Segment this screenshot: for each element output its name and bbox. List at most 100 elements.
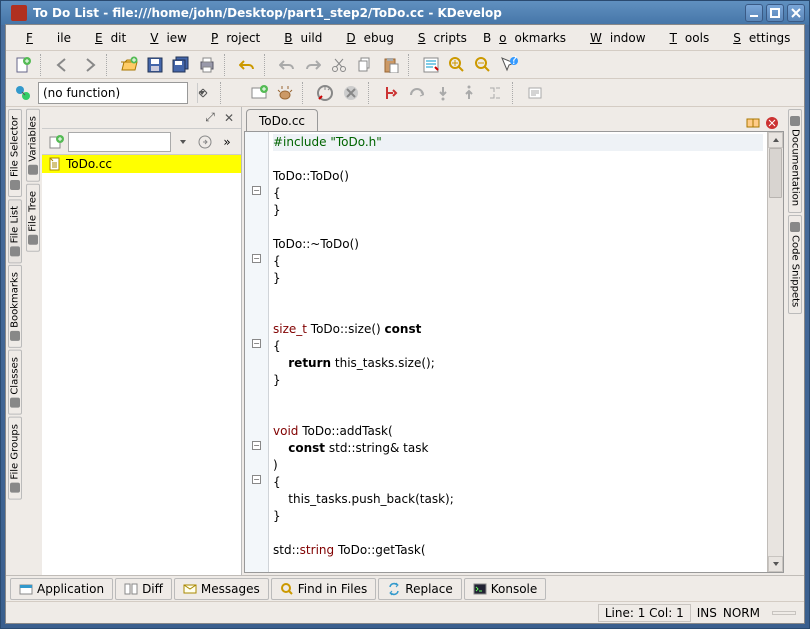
undo-alt-button[interactable] — [276, 54, 298, 76]
menu-window[interactable]: Window — [574, 27, 654, 49]
tab-diff[interactable]: Diff — [115, 578, 172, 600]
menu-file[interactable]: File — [10, 27, 79, 49]
tab-file-list[interactable]: File List — [8, 199, 22, 263]
print-button[interactable] — [196, 54, 218, 76]
sync-button[interactable] — [192, 82, 214, 104]
save-all-button[interactable] — [170, 54, 192, 76]
tab-messages[interactable]: Messages — [174, 578, 269, 600]
class-browser-button[interactable] — [12, 82, 34, 104]
file-icon — [48, 157, 62, 171]
tab-replace[interactable]: Replace — [378, 578, 461, 600]
code-editor[interactable]: − − − − − #include "ToDo.h" ToDo::ToDo()… — [244, 131, 784, 573]
paste-button[interactable] — [380, 54, 402, 76]
filter-dropdown-icon[interactable] — [173, 132, 193, 152]
left-side-tabs: File Selector File List Bookmarks Classe… — [6, 107, 24, 575]
filter-input[interactable] — [68, 132, 171, 152]
panel-close-icon[interactable]: ✕ — [221, 110, 237, 126]
main-area: File Selector File List Bookmarks Classe… — [6, 107, 804, 575]
tab-file-tree[interactable]: File Tree — [26, 184, 40, 252]
step-into-button[interactable] — [432, 82, 454, 104]
cut-button[interactable] — [328, 54, 350, 76]
redo-button[interactable] — [302, 54, 324, 76]
tab-classes[interactable]: Classes — [8, 350, 22, 415]
scroll-down-icon[interactable] — [768, 556, 783, 572]
back-button[interactable] — [52, 54, 74, 76]
menu-view[interactable]: View — [134, 27, 195, 49]
tab-file-groups[interactable]: File Groups — [8, 417, 22, 500]
file-list-panel: ⤢ ✕ » ToDo.cc — [42, 107, 242, 575]
file-list[interactable]: ToDo.cc — [42, 155, 241, 575]
left-side-tabs-2: Variables File Tree — [24, 107, 42, 575]
open-button[interactable] — [118, 54, 140, 76]
tab-application[interactable]: Application — [10, 578, 113, 600]
code-text[interactable]: #include "ToDo.h" ToDo::ToDo(){} ToDo::~… — [269, 132, 767, 572]
filter-go-icon[interactable] — [195, 132, 215, 152]
menu-edit[interactable]: Edit — [79, 27, 134, 49]
filter-add-icon[interactable] — [46, 132, 66, 152]
save-button[interactable] — [144, 54, 166, 76]
toolbar-secondary — [6, 79, 804, 107]
file-item[interactable]: ToDo.cc — [42, 155, 241, 173]
tab-file-selector[interactable]: File Selector — [8, 109, 22, 197]
titlebar: To Do List - file:///home/john/Desktop/p… — [1, 1, 809, 25]
menu-bookmarks[interactable]: Bookmarks — [475, 27, 574, 49]
step-button[interactable] — [380, 82, 402, 104]
editor-area: ToDo.cc − − − − − #include "ToDo.h" To — [242, 107, 786, 575]
editor-tabbar: ToDo.cc — [242, 107, 786, 131]
run-to-cursor-button[interactable] — [484, 82, 506, 104]
zoom-out-button[interactable] — [472, 54, 494, 76]
debug-attach-button[interactable] — [274, 82, 296, 104]
debug-start-button[interactable] — [248, 82, 270, 104]
vertical-scrollbar[interactable] — [767, 132, 783, 572]
function-input[interactable] — [39, 86, 197, 100]
menubar: File Edit View Project Build Debug Scrip… — [6, 25, 804, 51]
scroll-up-icon[interactable] — [768, 132, 783, 148]
tab-find-in-files[interactable]: Find in Files — [271, 578, 377, 600]
right-side-tabs: Documentation Code Snippets — [786, 107, 804, 575]
undo-button[interactable] — [236, 54, 258, 76]
panel-restore-icon[interactable]: ⤢ — [202, 110, 218, 126]
copy-button[interactable] — [354, 54, 376, 76]
forward-button[interactable] — [78, 54, 100, 76]
editor-tab[interactable]: ToDo.cc — [246, 109, 318, 131]
whats-this-button[interactable]: ? — [498, 54, 520, 76]
menu-tools[interactable]: Tools — [654, 27, 718, 49]
goto-line-button[interactable] — [420, 54, 442, 76]
menu-project[interactable]: Project — [195, 27, 268, 49]
menu-help[interactable]: Help — [798, 27, 810, 49]
function-selector[interactable] — [38, 82, 188, 104]
filter-more-icon[interactable]: » — [217, 132, 237, 152]
toolbar-main: ? — [6, 51, 804, 79]
status-mode: NORM — [723, 606, 760, 620]
status-grip — [772, 611, 796, 615]
tab-konsole[interactable]: Konsole — [464, 578, 547, 600]
status-ins: INS — [697, 606, 717, 620]
build-button[interactable] — [314, 82, 336, 104]
app-icon — [11, 5, 27, 21]
tab-variables[interactable]: Variables — [26, 109, 40, 182]
bottom-tabs: Application Diff Messages Find in Files … — [6, 575, 804, 601]
menu-scripts[interactable]: Scripts — [402, 27, 475, 49]
svg-text:?: ? — [511, 56, 517, 67]
new-file-button[interactable] — [12, 54, 34, 76]
stop-button[interactable] — [340, 82, 362, 104]
step-over-button[interactable] — [406, 82, 428, 104]
scroll-thumb[interactable] — [769, 148, 782, 198]
menu-settings[interactable]: Settings — [717, 27, 798, 49]
tab-bookmarks[interactable]: Bookmarks — [8, 265, 22, 348]
tab-split-icon[interactable] — [745, 115, 761, 131]
status-bar: Line: 1 Col: 1 INS NORM — [6, 601, 804, 623]
zoom-in-button[interactable] — [446, 54, 468, 76]
fold-gutter[interactable]: − − − − − — [245, 132, 269, 572]
tab-close-icon[interactable] — [764, 115, 780, 131]
step-out-button[interactable] — [458, 82, 480, 104]
close-button[interactable] — [787, 4, 805, 22]
menu-debug[interactable]: Debug — [330, 27, 401, 49]
minimize-button[interactable] — [745, 4, 763, 22]
output-button[interactable] — [524, 82, 546, 104]
menu-build[interactable]: Build — [268, 27, 330, 49]
tab-code-snippets[interactable]: Code Snippets — [788, 215, 802, 314]
maximize-button[interactable] — [766, 4, 784, 22]
tab-documentation[interactable]: Documentation — [788, 109, 802, 213]
status-position: Line: 1 Col: 1 — [598, 604, 691, 622]
